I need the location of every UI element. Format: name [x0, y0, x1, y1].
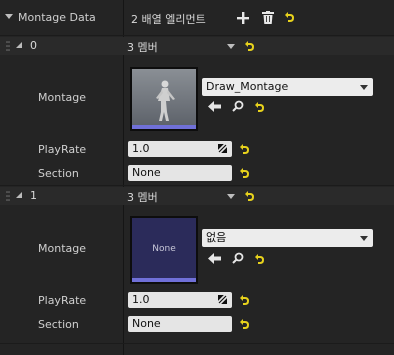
- montage-thumbnail[interactable]: None: [130, 216, 198, 284]
- element-options-arrow-icon[interactable]: [227, 44, 235, 49]
- montage-label: Montage: [38, 91, 86, 104]
- combo-dropdown-icon: [360, 85, 368, 90]
- browse-search-icon[interactable]: [232, 100, 244, 112]
- montage-asset-combo[interactable]: 없음: [202, 229, 373, 247]
- playrate-value: 1.0: [132, 293, 150, 306]
- playrate-input[interactable]: 1.0: [128, 292, 232, 308]
- resize-drag-icon[interactable]: [218, 295, 227, 304]
- drag-handle-icon[interactable]: [6, 191, 10, 201]
- reset-to-default-icon[interactable]: [255, 102, 265, 112]
- reset-to-default-icon[interactable]: [240, 295, 250, 305]
- thumbnail-none-text: None: [152, 244, 176, 254]
- section-input[interactable]: None: [128, 316, 232, 332]
- expand-arrow-icon[interactable]: [16, 192, 22, 198]
- combo-dropdown-icon: [360, 236, 368, 241]
- playrate-label: PlayRate: [38, 294, 87, 307]
- resize-drag-icon[interactable]: [218, 144, 227, 153]
- reset-to-default-icon[interactable]: [255, 254, 265, 264]
- montage-asset-value: Draw_Montage: [206, 80, 289, 93]
- montage-thumbnail[interactable]: [130, 67, 198, 131]
- element-index: 1: [30, 189, 37, 202]
- element-options-arrow-icon[interactable]: [227, 194, 235, 199]
- montage-asset-value: 없음: [206, 231, 227, 244]
- section-label: Section: [38, 318, 79, 331]
- montage-data-row: Montage Data 2 배열 엘리먼트: [0, 8, 394, 28]
- montage-data-label: Montage Data: [18, 11, 96, 24]
- reset-to-default-icon[interactable]: [240, 144, 250, 154]
- element-members: 3 멤버: [127, 41, 158, 54]
- collapse-arrow-icon[interactable]: [5, 14, 13, 19]
- reset-to-default-icon[interactable]: [240, 319, 250, 329]
- add-element-icon[interactable]: [237, 12, 249, 24]
- section-label: Section: [38, 167, 79, 180]
- reset-to-default-icon[interactable]: [240, 168, 250, 178]
- section-value: None: [132, 317, 161, 330]
- reset-to-default-icon[interactable]: [285, 12, 295, 22]
- playrate-input[interactable]: 1.0: [128, 141, 232, 157]
- reset-to-default-icon[interactable]: [245, 41, 255, 51]
- element-index: 0: [30, 39, 37, 52]
- character-preview-icon: [156, 80, 175, 121]
- array-count: 2 배열 엘리먼트: [131, 13, 206, 26]
- expand-arrow-icon[interactable]: [16, 42, 22, 48]
- section-input[interactable]: None: [128, 165, 232, 181]
- element-row-1: 1 3 멤버: [0, 187, 394, 205]
- element-members: 3 멤버: [127, 191, 158, 204]
- drag-handle-icon[interactable]: [6, 41, 10, 51]
- use-selected-arrow-icon[interactable]: [208, 101, 221, 112]
- playrate-value: 1.0: [132, 142, 150, 155]
- element-row-0: 0 3 멤버: [0, 37, 394, 55]
- playrate-label: PlayRate: [38, 143, 87, 156]
- delete-all-icon[interactable]: [262, 11, 274, 24]
- reset-to-default-icon[interactable]: [245, 191, 255, 201]
- use-selected-arrow-icon[interactable]: [208, 253, 221, 264]
- montage-label: Montage: [38, 242, 86, 255]
- browse-search-icon[interactable]: [232, 252, 244, 264]
- montage-asset-combo[interactable]: Draw_Montage: [202, 78, 373, 96]
- section-value: None: [132, 166, 161, 179]
